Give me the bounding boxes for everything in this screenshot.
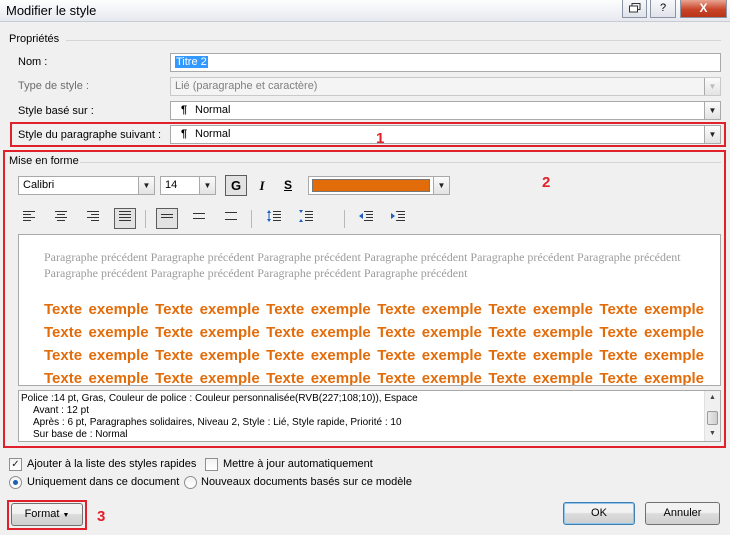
add-quick-styles-label: Ajouter à la liste des styles rapides [27, 458, 197, 470]
size-dropdown[interactable]: 14 ▼ [160, 176, 216, 195]
previous-paragraph-text: Paragraphe précédent Paragraphe précéden… [44, 250, 681, 280]
format-button-label: Format [24, 508, 60, 520]
name-field[interactable]: Titre 2 [170, 53, 721, 72]
based-on-dropdown[interactable]: ¶ Normal ▼ [170, 101, 721, 120]
help-button[interactable]: ? [650, 0, 676, 18]
this-document-radio[interactable] [9, 476, 22, 489]
properties-group-label: Propriétés [9, 33, 60, 45]
chevron-down-icon: ▼ [62, 512, 70, 519]
font-value: Calibri [23, 179, 55, 191]
format-button[interactable]: Format ▼ [11, 503, 83, 526]
description-line: Sur base de : Normal [33, 429, 128, 440]
new-documents-label: Nouveaux documents basés sur ce modèle [201, 476, 412, 488]
title-bar: Modifier le style ? X [0, 0, 730, 22]
justify-icon[interactable] [114, 208, 136, 229]
chevron-down-icon[interactable]: ▼ [433, 177, 449, 194]
style-type-label: Type de style : [18, 80, 89, 92]
font-color-swatch [312, 179, 430, 192]
this-document-label: Uniquement dans ce document [27, 476, 180, 488]
toolbar-separator [344, 210, 345, 228]
cancel-button[interactable]: Annuler [645, 502, 720, 525]
scroll-thumb[interactable] [707, 411, 718, 425]
properties-divider [66, 40, 721, 41]
annotation-box-1 [10, 122, 726, 147]
increase-indent-icon[interactable] [387, 208, 409, 229]
auto-update-label: Mettre à jour automatiquement [223, 458, 373, 470]
description-line: Police :14 pt, Gras, Couleur de police :… [21, 393, 418, 404]
chevron-down-icon[interactable]: ▼ [199, 177, 215, 194]
sample-text: Texte exemple Texte exemple Texte exempl… [44, 301, 704, 386]
description-line: Après : 6 pt, Paragraphes solidaires, Ni… [33, 417, 402, 428]
based-on-label: Style basé sur : [18, 105, 94, 117]
new-documents-radio[interactable] [184, 476, 197, 489]
double-spacing-icon[interactable] [220, 208, 242, 229]
chevron-down-icon[interactable]: ▼ [138, 177, 154, 194]
toolbar-separator [251, 210, 252, 228]
align-center-icon[interactable] [50, 208, 72, 229]
align-left-icon[interactable] [18, 208, 40, 229]
radio-selected-dot [13, 480, 18, 485]
style-description: Police :14 pt, Gras, Couleur de police :… [18, 390, 721, 442]
description-line: Avant : 12 pt [33, 405, 89, 416]
annotation-number-3: 3 [97, 508, 106, 525]
size-value: 14 [165, 179, 178, 191]
decrease-indent-icon[interactable] [355, 208, 377, 229]
window-title: Modifier le style [6, 3, 97, 18]
single-spacing-icon[interactable] [156, 208, 178, 229]
chevron-down-icon[interactable]: ▼ [704, 102, 720, 119]
close-button[interactable]: X [680, 0, 727, 18]
one-half-spacing-icon[interactable] [188, 208, 210, 229]
underline-button[interactable]: S [277, 175, 299, 196]
pilcrow-icon: ¶ [181, 104, 188, 116]
restore-icon[interactable] [622, 0, 647, 18]
add-quick-styles-checkbox[interactable]: ✓ [9, 458, 22, 471]
description-scrollbar[interactable]: ▲ ▼ [704, 391, 720, 441]
ok-button[interactable]: OK [563, 502, 635, 525]
formatting-divider [80, 162, 721, 163]
annotation-number-1: 1 [376, 130, 385, 147]
style-type-dropdown: Lié (paragraphe et caractère) ▼ [170, 77, 721, 96]
bold-button[interactable]: G [225, 175, 247, 196]
space-after-icon[interactable] [295, 208, 317, 229]
scroll-down-icon[interactable]: ▼ [705, 428, 720, 440]
style-type-value: Lié (paragraphe et caractère) [175, 80, 318, 92]
name-label: Nom : [18, 56, 48, 68]
toolbar-separator [145, 210, 146, 228]
auto-update-checkbox[interactable] [205, 458, 218, 471]
font-color-dropdown[interactable]: ▼ [308, 176, 450, 195]
scroll-up-icon[interactable]: ▲ [705, 392, 720, 404]
space-before-icon[interactable] [263, 208, 285, 229]
chevron-down-icon: ▼ [704, 78, 720, 95]
formatting-group-label: Mise en forme [9, 155, 79, 167]
font-dropdown[interactable]: Calibri ▼ [18, 176, 155, 195]
style-preview: Paragraphe précédent Paragraphe précéden… [18, 234, 721, 386]
name-value: Titre 2 [175, 56, 208, 68]
italic-button[interactable]: I [251, 175, 273, 196]
annotation-number-2: 2 [542, 174, 551, 191]
align-right-icon[interactable] [82, 208, 104, 229]
based-on-value: Normal [195, 104, 231, 116]
